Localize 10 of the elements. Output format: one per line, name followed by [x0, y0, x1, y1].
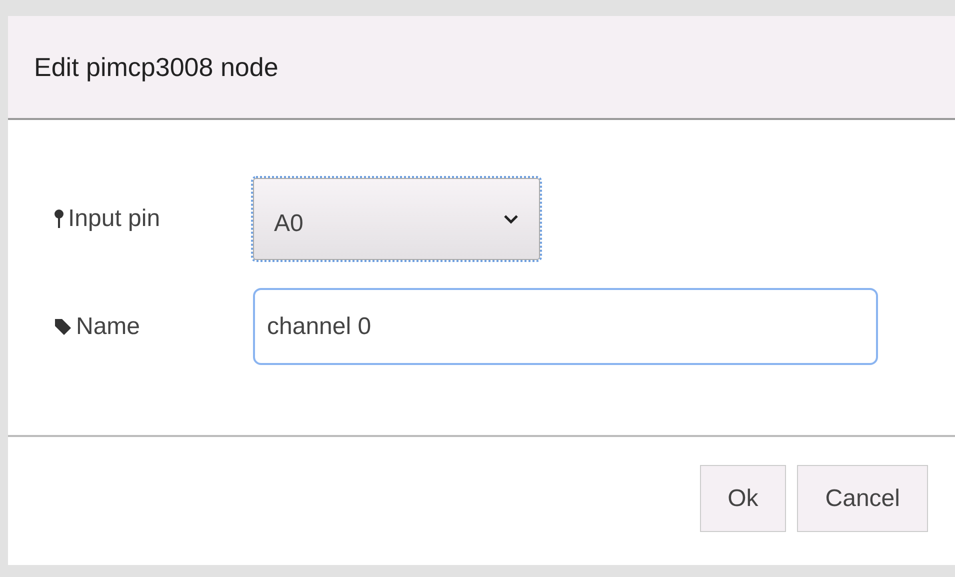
pin-select[interactable]: A0: [253, 178, 540, 260]
ok-button[interactable]: Ok: [700, 465, 786, 532]
chevron-down-icon: [503, 214, 519, 224]
field-label: Name: [76, 312, 140, 342]
cancel-button[interactable]: Cancel: [797, 465, 928, 532]
dialog-title: Edit pimcp3008 node: [34, 50, 278, 84]
tag-icon: [54, 318, 72, 336]
name-field[interactable]: channel 0: [253, 288, 878, 365]
field-label: Input pin: [68, 204, 160, 234]
pin-icon: [54, 209, 64, 229]
